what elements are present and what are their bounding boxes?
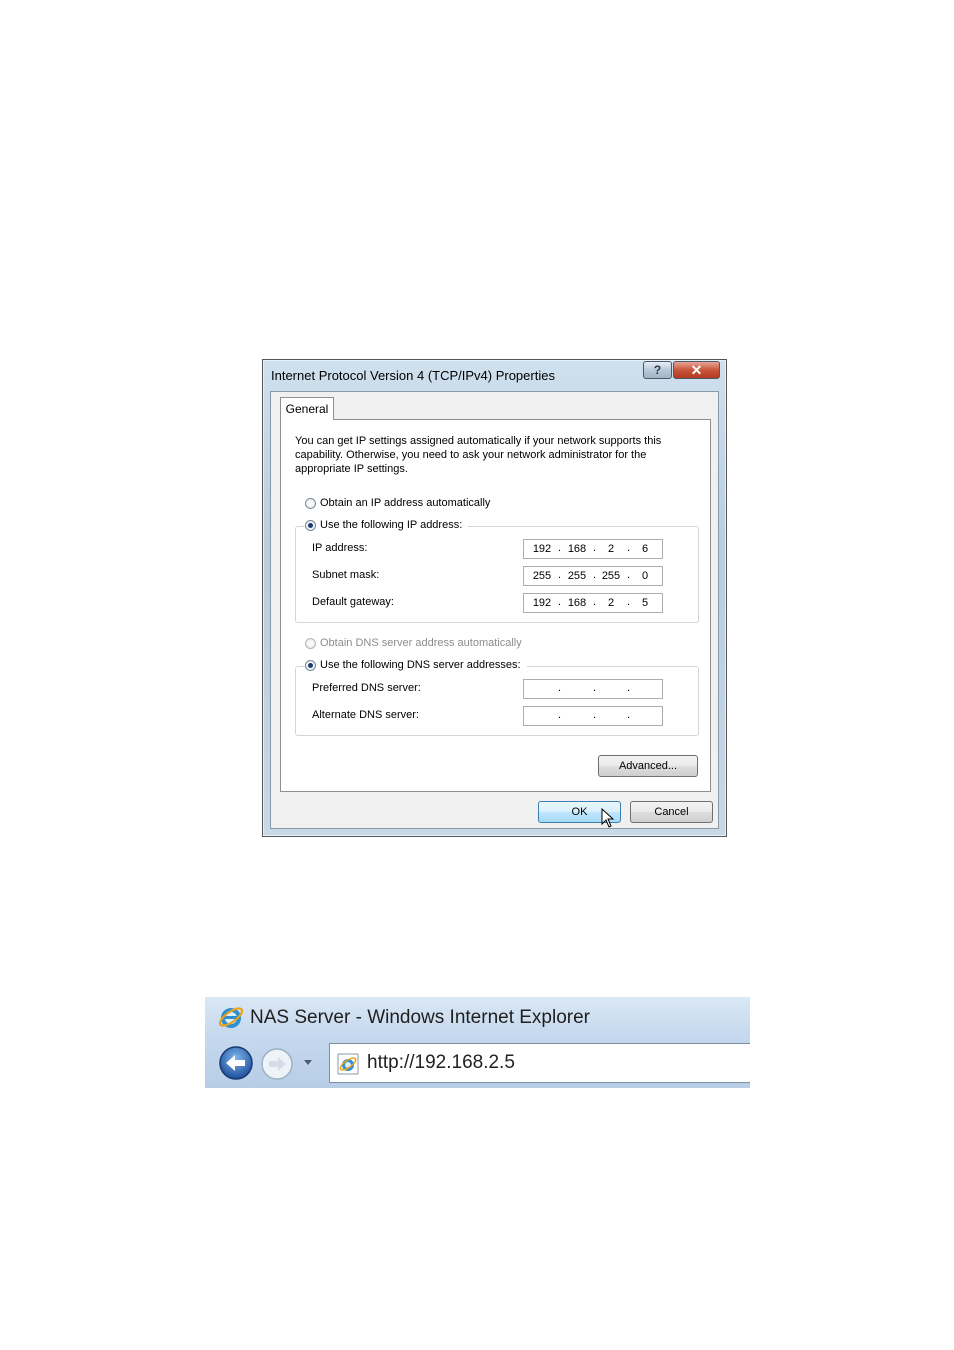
octet-separator: . (593, 682, 597, 694)
close-button[interactable]: ✕ (673, 361, 720, 379)
ip-address-field[interactable]: 192 . 168 . 2 . 6 (523, 539, 663, 559)
dns-manual-radio-row[interactable]: Use the following DNS server addresses: (305, 658, 527, 672)
ie-browser-header: NAS Server - Windows Internet Explorer h… (205, 997, 750, 1088)
ip-manual-label: Use the following IP address: (320, 519, 463, 531)
alternate-dns-label: Alternate DNS server: (312, 709, 419, 721)
ip-octet: 255 (532, 570, 552, 582)
dns-auto-radio[interactable] (305, 637, 316, 649)
ip-address-row: IP address: 192 . 168 . 2 . 6 (312, 539, 698, 559)
alternate-dns-row: Alternate DNS server: . . . (312, 706, 698, 726)
ip-octet: 192 (532, 597, 552, 609)
octet-separator: . (558, 569, 562, 581)
default-gateway-row: Default gateway: 192 . 168 . 2 . 5 (312, 593, 698, 613)
advanced-button[interactable]: Advanced... (598, 755, 698, 777)
ie-logo-icon (218, 1007, 244, 1028)
tab-general[interactable]: General (280, 397, 334, 420)
cancel-button[interactable]: Cancel (630, 801, 713, 823)
ip-octet: 168 (567, 543, 587, 555)
ip-auto-radio-row[interactable]: Obtain an IP address automatically (305, 496, 497, 510)
address-text: http://192.168.2.5 (367, 1052, 515, 1073)
octet-separator: . (558, 709, 562, 721)
page-icon (337, 1053, 359, 1075)
alternate-dns-field[interactable]: . . . (523, 706, 663, 726)
ip-octet: 168 (567, 597, 587, 609)
address-bar[interactable]: http://192.168.2.5 (329, 1043, 750, 1083)
octet-separator: . (627, 709, 631, 721)
subnet-mask-field[interactable]: 255 . 255 . 255 . 0 (523, 566, 663, 586)
ip-groupbox: IP address: 192 . 168 . 2 . 6 Subnet mas… (295, 526, 699, 623)
tcpip-properties-dialog: Internet Protocol Version 4 (TCP/IPv4) P… (262, 359, 727, 837)
ip-octet: 192 (532, 543, 552, 555)
octet-separator: . (558, 542, 562, 554)
ip-octet: 2 (607, 597, 615, 609)
dns-groupbox: Preferred DNS server: . . . Alternate DN… (295, 666, 699, 736)
ip-auto-label: Obtain an IP address automatically (320, 497, 491, 509)
general-tab-panel: You can get IP settings assigned automat… (280, 419, 711, 792)
ip-octet: 2 (607, 543, 615, 555)
dns-manual-label: Use the following DNS server addresses: (320, 659, 521, 671)
dns-auto-label: Obtain DNS server address automatically (320, 637, 522, 649)
preferred-dns-label: Preferred DNS server: (312, 682, 421, 694)
close-icon: ✕ (690, 361, 703, 378)
ip-octet: 6 (641, 543, 649, 555)
preferred-dns-row: Preferred DNS server: . . . (312, 679, 698, 699)
ip-address-label: IP address: (312, 542, 368, 554)
dialog-client-area: General You can get IP settings assigned… (270, 391, 719, 829)
description-text: You can get IP settings assigned automat… (295, 435, 662, 475)
help-button[interactable]: ? (643, 361, 672, 379)
help-icon: ? (653, 363, 662, 377)
default-gateway-field[interactable]: 192 . 168 . 2 . 5 (523, 593, 663, 613)
dialog-titlebar[interactable]: Internet Protocol Version 4 (TCP/IPv4) P… (263, 360, 726, 390)
default-gateway-label: Default gateway: (312, 596, 394, 608)
dialog-title: Internet Protocol Version 4 (TCP/IPv4) P… (271, 368, 555, 383)
forward-arrow-icon[interactable] (260, 1047, 294, 1081)
ip-octet: 255 (601, 570, 621, 582)
subnet-mask-row: Subnet mask: 255 . 255 . 255 . 0 (312, 566, 698, 586)
ip-octet: 255 (567, 570, 587, 582)
octet-separator: . (627, 682, 631, 694)
ip-octet: 0 (641, 570, 649, 582)
ip-manual-radio-row[interactable]: Use the following IP address: (305, 518, 469, 532)
octet-separator: . (558, 682, 562, 694)
history-dropdown-icon[interactable] (303, 1058, 313, 1066)
octet-separator: . (558, 596, 562, 608)
subnet-mask-label: Subnet mask: (312, 569, 380, 581)
ip-auto-radio[interactable] (305, 497, 316, 509)
browser-title: NAS Server - Windows Internet Explorer (250, 1007, 591, 1028)
back-arrow-icon[interactable] (218, 1045, 254, 1081)
ip-octet: 5 (641, 597, 649, 609)
octet-separator: . (593, 709, 597, 721)
dns-manual-radio[interactable] (305, 659, 316, 671)
dns-auto-radio-row[interactable]: Obtain DNS server address automatically (305, 636, 528, 650)
preferred-dns-field[interactable]: . . . (523, 679, 663, 699)
mouse-pointer-icon (601, 808, 615, 828)
ip-manual-radio[interactable] (305, 519, 316, 531)
